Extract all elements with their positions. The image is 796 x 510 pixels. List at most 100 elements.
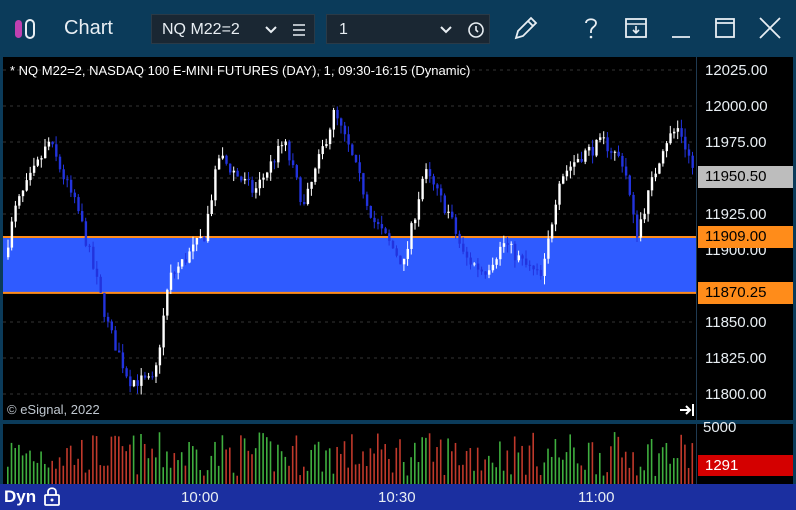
volume-bar: [661, 447, 664, 484]
volume-bar: [10, 442, 13, 484]
candle-body: [517, 255, 520, 261]
volume-bar: [410, 457, 412, 484]
chevron-down-icon[interactable]: [439, 21, 453, 39]
hamburger-menu-icon[interactable]: [292, 22, 306, 38]
volume-bar: [166, 451, 168, 484]
volume-bar: [332, 473, 335, 484]
interval-selector[interactable]: 1: [326, 14, 490, 44]
volume-bar: [521, 445, 523, 484]
candle-body: [232, 170, 236, 173]
candle-body: [29, 172, 32, 181]
volume-bar: [684, 444, 686, 484]
volume-bar: [199, 470, 201, 484]
candle-body: [569, 166, 572, 171]
volume-bar: [125, 451, 127, 484]
candle-body: [328, 129, 332, 145]
volume-bar: [232, 472, 235, 484]
volume-bar: [7, 466, 9, 484]
volume-chart[interactable]: [3, 424, 696, 484]
volume-bar: [118, 436, 120, 484]
minimize-icon[interactable]: [665, 12, 697, 44]
candle-body: [591, 146, 594, 156]
candle-body: [388, 233, 391, 241]
price-chart[interactable]: * NQ M22=2, NASDAQ 100 E-MINI FUTURES (D…: [3, 57, 696, 420]
volume-bar: [58, 457, 61, 484]
candle-body: [414, 219, 417, 224]
volume-bar: [155, 457, 157, 484]
volume-bar: [143, 443, 146, 484]
volume-bar: [373, 453, 375, 484]
symbol-selector[interactable]: NQ M22=2: [151, 14, 315, 44]
volume-axis[interactable]: 5000 1291: [696, 419, 793, 484]
candle-body: [684, 136, 687, 150]
clock-icon[interactable]: [467, 21, 485, 39]
volume-bar: [595, 474, 597, 484]
volume-bar: [158, 432, 161, 484]
candlestick-plot[interactable]: [3, 57, 696, 420]
volume-bar: [587, 442, 590, 484]
candle-body: [143, 375, 147, 378]
candle-body: [580, 159, 583, 162]
volume-bar: [203, 475, 205, 484]
price-label: 12000.00: [705, 98, 768, 115]
volume-bar: [436, 447, 438, 484]
candle-body: [358, 162, 361, 174]
volume-bar: [506, 450, 509, 484]
volume-bar: [240, 435, 242, 484]
volume-bar: [621, 457, 623, 484]
candle-body: [428, 169, 432, 177]
volume-bar: [280, 451, 283, 484]
maximize-icon[interactable]: [709, 12, 741, 44]
candle-body: [362, 173, 365, 195]
volume-bar: [121, 446, 124, 484]
time-label: 10:00: [181, 489, 219, 506]
candle-body: [99, 276, 102, 293]
chevron-down-icon[interactable]: [264, 21, 278, 39]
pencil-icon[interactable]: [510, 12, 542, 44]
volume-bar: [388, 458, 390, 484]
time-axis-bar[interactable]: Dyn 10:00 10:30 11:00: [0, 484, 796, 510]
candle-body: [325, 144, 328, 147]
volume-bar: [576, 463, 579, 484]
volume-axis-label: 5000: [703, 419, 737, 436]
volume-bar: [687, 467, 690, 484]
save-layout-icon[interactable]: [620, 12, 652, 44]
volume-bar: [491, 462, 494, 484]
interval-text[interactable]: 1: [339, 21, 348, 39]
volume-bar: [169, 467, 172, 484]
volume-bar: [354, 464, 357, 484]
volume-bar: [243, 438, 246, 484]
volume-bar: [129, 444, 131, 484]
candle-body: [118, 350, 121, 353]
candle-body: [661, 151, 665, 164]
candle-body: [266, 172, 269, 178]
volume-bar: [69, 445, 72, 484]
candle-body: [565, 170, 569, 177]
volume-bar: [365, 466, 368, 484]
volume-bar: [513, 436, 516, 484]
candle-body: [480, 269, 483, 272]
volume-bar: [543, 462, 546, 484]
volume-bar: [654, 475, 657, 484]
candle-body: [47, 141, 51, 147]
volume-bar: [606, 472, 608, 484]
volume-bar: [462, 464, 464, 484]
candle-body: [310, 181, 313, 189]
price-label: 11825.00: [705, 350, 767, 367]
volume-bar: [428, 433, 431, 484]
candle-body: [554, 204, 557, 225]
volume-plot[interactable]: [3, 424, 696, 484]
volume-bar: [628, 467, 631, 484]
candle-body: [406, 248, 409, 259]
lock-icon[interactable]: [42, 485, 62, 507]
candle-body: [395, 248, 398, 256]
volume-bar: [643, 470, 645, 484]
scroll-to-end-icon[interactable]: [679, 403, 695, 417]
candle-body: [269, 161, 273, 173]
dynamic-mode-label[interactable]: Dyn: [4, 487, 36, 507]
question-icon[interactable]: [575, 12, 607, 44]
price-axis[interactable]: 12025.00 12000.00 11975.00 11925.00 1190…: [696, 57, 793, 420]
close-icon[interactable]: [754, 12, 786, 44]
volume-bar: [236, 475, 238, 484]
symbol-text[interactable]: NQ M22=2: [162, 21, 240, 39]
